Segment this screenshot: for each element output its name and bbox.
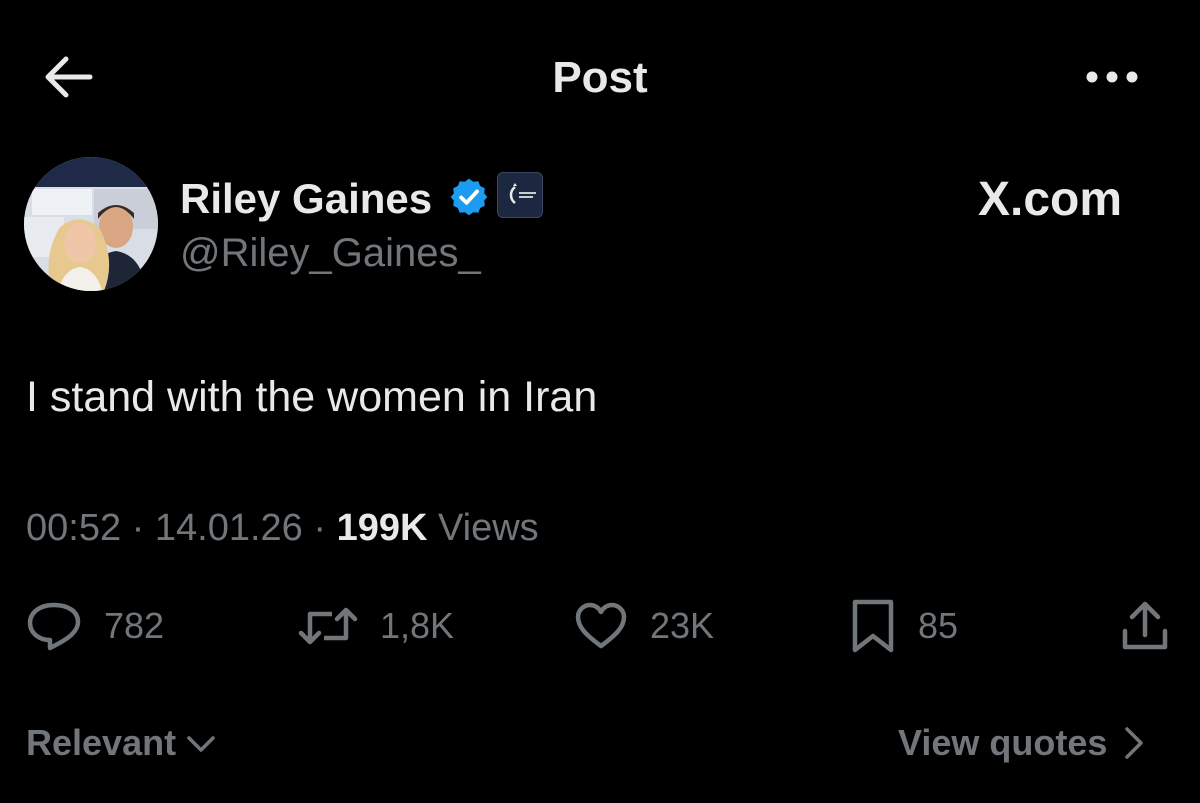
author-handle[interactable]: @Riley_Gaines_ [180, 228, 481, 278]
more-options-button[interactable] [1082, 60, 1142, 94]
views-count[interactable]: 199K [337, 507, 438, 549]
post-text: I stand with the women in Iran [26, 373, 598, 421]
author-name[interactable]: Riley Gaines [180, 174, 432, 224]
post-date[interactable]: 14.01.26 [155, 507, 303, 549]
reply-button[interactable]: 782 [26, 596, 164, 656]
bookmark-button[interactable]: 85 [850, 596, 958, 656]
more-horizontal-icon [1086, 71, 1138, 83]
repost-count: 1,8K [380, 605, 455, 646]
avatar[interactable] [24, 157, 158, 291]
heart-icon [575, 602, 627, 649]
view-quotes-label: View quotes [898, 722, 1108, 763]
bookmark-icon [852, 599, 894, 653]
separator: · [131, 507, 155, 549]
arrow-left-icon [45, 56, 93, 98]
view-quotes-link[interactable]: View quotes [898, 718, 1149, 768]
repost-icon [298, 607, 358, 645]
post-time: 00:52 [26, 507, 122, 549]
separator: · [313, 507, 337, 549]
reply-count: 782 [104, 605, 165, 646]
share-button[interactable] [1118, 596, 1172, 656]
page-title: Post [552, 53, 648, 102]
reply-icon [27, 602, 81, 651]
avatar-photo [24, 157, 158, 291]
chevron-right-icon [1125, 727, 1144, 759]
post-metadata: 00:52 · 14.01.26 · 199K Views [26, 504, 539, 552]
like-count: 23K [650, 605, 715, 646]
reply-sort-dropdown[interactable]: Relevant [26, 718, 218, 768]
chevron-down-icon [187, 736, 215, 752]
organization-badge-icon[interactable] [497, 172, 543, 218]
share-icon [1122, 601, 1168, 650]
bookmark-count: 85 [918, 605, 959, 646]
back-button[interactable] [40, 52, 96, 102]
sort-label: Relevant [26, 722, 177, 763]
repost-button[interactable]: 1,8K [298, 596, 454, 656]
views-label[interactable]: Views [438, 507, 539, 549]
like-button[interactable]: 23K [574, 596, 714, 656]
verified-badge-icon[interactable] [448, 176, 490, 218]
watermark: X.com [978, 173, 1123, 226]
